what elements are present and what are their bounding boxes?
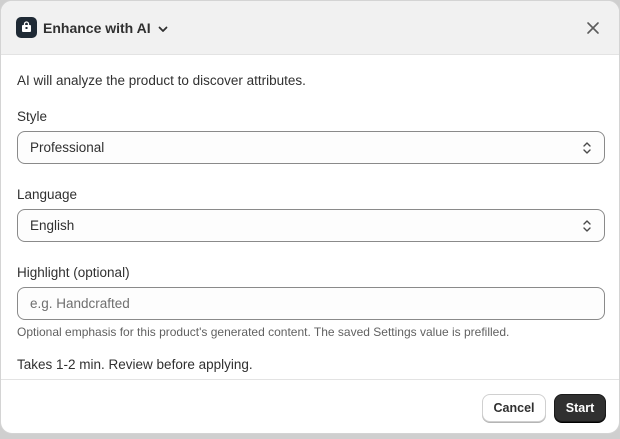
select-updown-icon — [582, 141, 592, 155]
cancel-button[interactable]: Cancel — [482, 393, 546, 422]
highlight-label: Highlight (optional) — [17, 265, 130, 280]
style-label: Style — [17, 109, 48, 124]
app-icon — [16, 17, 37, 38]
style-select[interactable]: Professional — [17, 131, 605, 164]
close-icon[interactable] — [586, 21, 600, 35]
dialog-header: Enhance with AI — [1, 1, 619, 55]
dialog-title[interactable]: Enhance with AI — [43, 20, 151, 36]
style-selected-value: Professional — [30, 140, 105, 155]
language-label: Language — [17, 187, 78, 202]
dialog-footer: Cancel Start — [1, 379, 619, 433]
intro-text: AI will analyze the product to discover … — [17, 73, 306, 88]
enhance-dialog: Enhance with AI AI will analyze the prod… — [0, 0, 620, 434]
highlight-help-text: Optional emphasis for this product's gen… — [17, 325, 510, 339]
chevron-down-icon[interactable] — [157, 23, 169, 35]
language-select[interactable]: English — [17, 209, 605, 242]
start-button[interactable]: Start — [554, 393, 606, 422]
language-selected-value: English — [30, 218, 75, 233]
highlight-input[interactable] — [17, 287, 605, 320]
close-button[interactable] — [581, 16, 605, 40]
select-updown-icon — [582, 219, 592, 233]
duration-note: Takes 1-2 min. Review before applying. — [17, 357, 253, 372]
dialog-body: AI will analyze the product to discover … — [1, 55, 619, 372]
